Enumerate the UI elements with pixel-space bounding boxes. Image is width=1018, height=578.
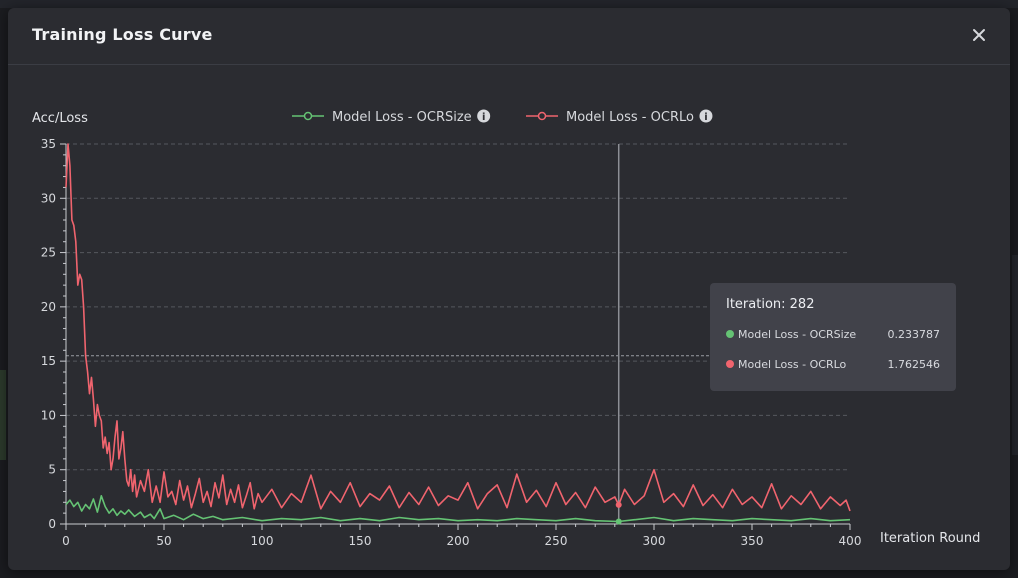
series-dot-red bbox=[726, 360, 734, 368]
cursor-point-0 bbox=[615, 518, 622, 525]
x-tick-label: 200 bbox=[447, 534, 470, 548]
background-app-strip bbox=[0, 0, 1018, 8]
y-tick-label: 0 bbox=[48, 517, 56, 531]
tooltip-row-ocrsize: Model Loss - OCRSize 0.233787 bbox=[726, 324, 940, 344]
x-tick-label: 300 bbox=[643, 534, 666, 548]
y-tick-label: 30 bbox=[41, 191, 56, 205]
legend-label: Model Loss - OCRSize bbox=[332, 110, 472, 125]
dialog-title: Training Loss Curve bbox=[32, 25, 213, 44]
info-icon-glyph: i bbox=[482, 112, 485, 123]
y-tick-label: 10 bbox=[41, 408, 56, 422]
tooltip-row-ocrlo: Model Loss - OCRLo 1.762546 bbox=[726, 354, 940, 374]
tooltip-series-value: 1.762546 bbox=[887, 357, 941, 371]
x-tick-label: 400 bbox=[839, 534, 862, 548]
training-loss-dialog: Training Loss Curve 0 5 10 15 20 25 30 35 0 50 100… bbox=[8, 8, 1010, 570]
y-axis-label: Acc/Loss bbox=[32, 111, 88, 126]
background-panel-edge bbox=[0, 370, 6, 460]
x-tick-label: 50 bbox=[156, 534, 171, 548]
legend-marker bbox=[537, 111, 547, 121]
x-tick-label: 100 bbox=[251, 534, 274, 548]
dialog-header: Training Loss Curve bbox=[8, 8, 1010, 65]
x-axis-label: Iteration Round bbox=[880, 531, 980, 546]
cursor-point-1 bbox=[615, 501, 622, 508]
y-tick-label: 20 bbox=[41, 300, 56, 314]
x-tick-label: 0 bbox=[62, 534, 70, 548]
x-tick-label: 150 bbox=[349, 534, 372, 548]
y-tick-label: 15 bbox=[41, 354, 56, 368]
info-icon-glyph: i bbox=[704, 112, 707, 123]
close-icon bbox=[973, 29, 985, 41]
legend-marker bbox=[303, 111, 313, 121]
close-button[interactable] bbox=[966, 22, 992, 48]
legend-label: Model Loss - OCRLo bbox=[566, 110, 694, 125]
y-tick-label: 35 bbox=[41, 137, 56, 151]
tooltip-series-name: Model Loss - OCRLo bbox=[738, 357, 847, 371]
y-tick-label: 5 bbox=[48, 463, 56, 477]
x-tick-label: 250 bbox=[545, 534, 568, 548]
chart-tooltip: Iteration: 282 Model Loss - OCRSize 0.23… bbox=[710, 283, 956, 391]
tooltip-series-name: Model Loss - OCRSize bbox=[738, 327, 857, 341]
tooltip-title: Iteration: 282 bbox=[726, 297, 815, 312]
y-tick-label: 25 bbox=[41, 246, 56, 260]
background-panel-edge-right bbox=[1012, 255, 1018, 455]
x-tick-label: 350 bbox=[741, 534, 764, 548]
loss-chart[interactable]: 0 5 10 15 20 25 30 35 0 50 100 150 200 250 300 350 400 Ac… bbox=[8, 65, 1010, 570]
tooltip-series-value: 0.233787 bbox=[887, 327, 941, 341]
series-dot-green bbox=[726, 330, 734, 338]
